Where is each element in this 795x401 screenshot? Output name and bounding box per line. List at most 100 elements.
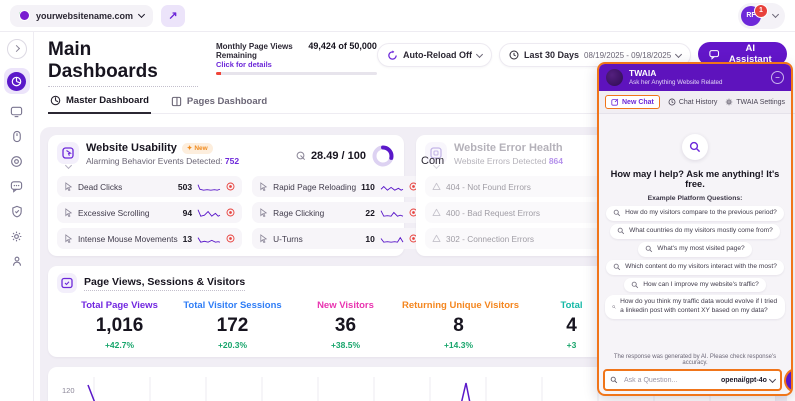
minimize-button[interactable]: − xyxy=(771,71,784,84)
metric-value: 110 xyxy=(361,181,375,192)
auto-reload-select[interactable]: Auto-Reload Off xyxy=(376,43,492,67)
stat-total-page-views: Total Page Views 1,016 +42.7% xyxy=(63,300,176,350)
tab-twaia-settings[interactable]: TWAIA Settings xyxy=(725,98,785,106)
website-selector[interactable]: yourwebsitename.com xyxy=(10,4,154,27)
twaia-avatar xyxy=(606,69,623,86)
sparkle-icon: ✦ xyxy=(186,145,193,152)
cursor-icon xyxy=(260,182,268,191)
chat-tabs: New Chat Chat History TWAIA Settings xyxy=(599,91,791,114)
user-menu[interactable]: RF 1 xyxy=(738,2,785,29)
question-text: How do you think my traffic data would e… xyxy=(620,298,778,315)
browser-check-icon xyxy=(61,277,73,289)
metric-label: U-Turns xyxy=(273,233,303,244)
sparkline xyxy=(197,184,221,191)
model-name: openai/gpt-4o xyxy=(721,376,767,384)
metric-row[interactable]: Rage Clicking 22 xyxy=(252,202,425,223)
sidebar-item-settings[interactable] xyxy=(9,228,25,244)
metric-row[interactable]: Intense Mouse Movements 13 xyxy=(57,228,243,249)
cursor-icon xyxy=(260,208,268,217)
chat-icon xyxy=(709,49,720,60)
sidebar-item-privacy[interactable] xyxy=(9,203,25,219)
stat-label: New Visitors xyxy=(317,300,374,311)
target-icon xyxy=(11,155,22,167)
record-icon[interactable] xyxy=(226,234,235,243)
clock-icon xyxy=(509,50,519,60)
tab-new-chat[interactable]: New Chat xyxy=(605,95,660,109)
stat-new-visitors: New Visitors 36 +38.5% xyxy=(289,300,402,350)
record-icon[interactable] xyxy=(226,208,235,217)
warning-triangle-icon xyxy=(432,208,441,216)
stat-returning-unique-visitors: Returning Unique Visitors 8 +14.3% xyxy=(402,300,520,350)
chevron-right-icon xyxy=(12,44,21,52)
stat-change: +38.5% xyxy=(330,340,361,350)
metric-label: Dead Clicks xyxy=(78,181,123,192)
twaia-chat-panel: TWAIA Ask her Anything Website Related −… xyxy=(597,62,793,396)
notification-badge: 1 xyxy=(754,3,768,18)
sidebar-item-recordings[interactable] xyxy=(9,103,25,119)
question-chip[interactable]: How do you think my traffic data would e… xyxy=(605,295,785,320)
model-select[interactable]: openai/gpt-4o xyxy=(721,375,776,384)
metric-label: Rage Clicking xyxy=(273,207,325,218)
quota-label: Monthly Page Views Remaining xyxy=(215,42,293,60)
stat-label: Total Page Views xyxy=(81,300,158,311)
card-subtitle: Alarming Behavior Events Detected: 752 xyxy=(86,156,240,166)
question-chip[interactable]: What countries do my visitors mostly com… xyxy=(610,223,780,239)
cursor-icon xyxy=(65,208,73,217)
question-input[interactable] xyxy=(622,375,717,385)
tab-master-dashboard[interactable]: Master Dashboard xyxy=(48,90,151,114)
sparkline xyxy=(197,237,221,243)
chat-subtitle: Ask her Anything Website Related xyxy=(629,78,723,86)
metric-row[interactable]: Rapid Page Reloading 110 xyxy=(252,176,425,197)
sidebar-item-goals[interactable] xyxy=(9,153,25,169)
metric-label: Excessive Scrolling xyxy=(78,207,150,218)
question-text: Which content do my visitors interact wi… xyxy=(625,262,777,270)
stat-label: Total Visitor Sessions xyxy=(183,300,282,311)
tab-chat-history[interactable]: Chat History xyxy=(668,98,717,106)
question-chip[interactable]: How do my visitors compare to the previo… xyxy=(606,206,784,221)
stat-value: 172 xyxy=(216,315,249,336)
sidebar-item-heatmaps[interactable] xyxy=(9,128,25,144)
search-icon xyxy=(613,263,621,271)
question-chip[interactable]: How can I improve my website's traffic? xyxy=(624,277,766,293)
stat-change: +14.3% xyxy=(443,340,474,350)
metric-row[interactable]: Dead Clicks 503 xyxy=(57,176,243,197)
chevron-down-icon xyxy=(137,10,146,19)
record-icon[interactable] xyxy=(226,182,235,191)
metric-row[interactable]: U-Turns 10 xyxy=(252,228,425,249)
metric-value: 10 xyxy=(365,233,375,244)
sparkline xyxy=(380,185,404,191)
refresh-icon xyxy=(388,49,397,60)
metric-value: 503 xyxy=(177,181,193,192)
quota-details-link[interactable]: Click for details xyxy=(216,60,377,69)
sidebar-item-profile[interactable] xyxy=(9,253,25,269)
example-questions: How do my visitors compare to the previo… xyxy=(605,206,785,320)
stat-change: +20.3% xyxy=(217,340,248,350)
y-tick: 120 xyxy=(62,386,75,395)
tab-label: Master Dashboard xyxy=(66,95,149,106)
chat-header: TWAIA Ask her Anything Website Related − xyxy=(599,64,791,91)
chat-tab-label: New Chat xyxy=(622,98,654,106)
score-donut xyxy=(372,145,394,167)
stat-label: Returning Unique Visitors xyxy=(402,300,520,311)
stat-total-visitor-sessions: Total Visitor Sessions 172 +20.3% xyxy=(176,300,289,350)
pageviews-card-icon[interactable] xyxy=(57,273,77,293)
metric-value: 22 xyxy=(365,207,375,218)
tab-pages-dashboard[interactable]: Pages Dashboard xyxy=(169,90,269,113)
stat-value: 1,016 xyxy=(95,315,144,336)
sidebar-item-feedback[interactable] xyxy=(9,178,25,194)
page-title: Main Dashboards xyxy=(48,39,198,87)
question-chip[interactable]: Which content do my visitors interact wi… xyxy=(606,259,784,275)
monitor-icon xyxy=(10,106,23,117)
send-button[interactable]: ↑ xyxy=(785,369,791,391)
sparkline xyxy=(197,209,221,217)
section-title: Page Views, Sessions & Visitors xyxy=(84,276,246,291)
chevron-down-icon xyxy=(475,50,483,58)
sidebar-collapse-button[interactable] xyxy=(6,39,27,59)
metric-row[interactable]: Excessive Scrolling 94 xyxy=(57,202,243,223)
minus-icon: − xyxy=(775,72,780,82)
quota-widget: Monthly Page Views Remaining 49,424 of 5… xyxy=(215,41,377,75)
question-text: What countries do my visitors mostly com… xyxy=(629,226,773,234)
question-chip[interactable]: What's my most visited page? xyxy=(638,241,752,257)
sidebar-item-dashboards[interactable] xyxy=(3,68,30,94)
open-website-button[interactable]: ↗ xyxy=(161,4,186,27)
